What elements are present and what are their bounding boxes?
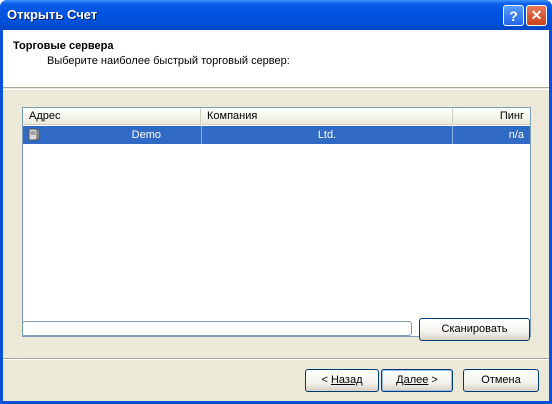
close-icon: ✕ [530,7,543,23]
back-button[interactable]: < Назад [305,369,379,392]
cancel-button-label: Отмена [481,374,521,386]
cell-address: Demo [131,129,161,141]
scan-button[interactable]: Сканировать [419,318,530,341]
close-button[interactable]: ✕ [526,5,547,26]
title-bar[interactable]: Открыть Счет ? ✕ [0,0,552,30]
list-header: Адрес Компания Пинг [23,108,530,125]
back-button-label: Назад [330,374,363,386]
help-icon: ? [509,7,518,24]
column-header-company[interactable]: Компания [201,108,453,125]
page-title: Торговые сервера [13,40,114,52]
wizard-header: Торговые сервера Выберите наиболее быстр… [3,30,549,88]
server-list[interactable]: Адрес Компания Пинг Demo Ltd. n/a [22,107,531,337]
header-divider [3,89,549,90]
scan-progress-bar [22,321,412,336]
footer-divider [3,358,549,360]
column-header-address[interactable]: Адрес [23,108,201,125]
column-header-ping[interactable]: Пинг [453,108,530,125]
page-subtitle: Выберите наиболее быстрый торговый серве… [47,55,290,67]
next-button-label: Далее [396,374,429,386]
cancel-button[interactable]: Отмена [463,369,539,392]
scan-button-label: Сканировать [441,323,508,335]
back-arrow: < [321,374,331,386]
dialog-window: Открыть Счет ? ✕ Торговые сервера Выбери… [0,0,552,404]
window-title: Открыть Счет [7,7,98,22]
next-arrow: > [428,374,438,386]
dialog-body: Торговые сервера Выберите наиболее быстр… [3,30,549,401]
cell-ping: n/a [508,129,524,141]
cell-company: Ltd. [201,126,453,144]
help-button[interactable]: ? [503,5,524,26]
table-row[interactable]: Demo Ltd. n/a [23,126,530,144]
next-button[interactable]: Далее > [381,369,453,392]
